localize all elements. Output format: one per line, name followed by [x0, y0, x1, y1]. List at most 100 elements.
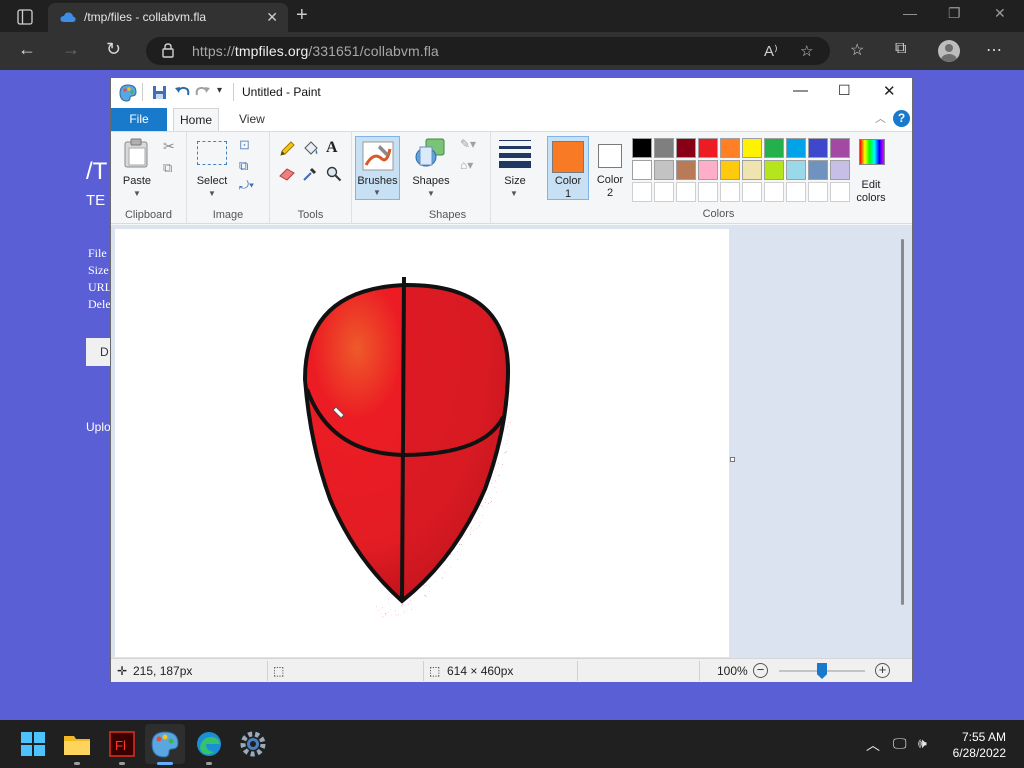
- restore-icon[interactable]: ❐: [948, 5, 961, 22]
- palette-swatch[interactable]: [742, 160, 762, 180]
- clock[interactable]: 7:55 AM 6/28/2022: [953, 729, 1006, 761]
- vertical-scrollbar[interactable]: [901, 239, 904, 605]
- palette-swatch[interactable]: [808, 138, 828, 158]
- settings-icon[interactable]: [238, 729, 268, 759]
- palette-swatch[interactable]: [632, 160, 652, 180]
- profile-avatar-icon[interactable]: [938, 40, 960, 62]
- undo-icon[interactable]: [174, 85, 190, 99]
- redo-icon[interactable]: [195, 85, 211, 99]
- edge-icon[interactable]: [194, 729, 224, 759]
- forward-icon[interactable]: →: [62, 39, 80, 60]
- rotate-icon[interactable]: ⤾▾: [239, 178, 254, 193]
- palette-swatch[interactable]: [786, 182, 806, 202]
- favorites-icon[interactable]: ☆: [850, 40, 864, 60]
- zoom-out-icon[interactable]: −: [753, 663, 768, 678]
- flash-icon[interactable]: Fl: [107, 729, 137, 759]
- zoom-in-icon[interactable]: +: [875, 663, 890, 678]
- outline-icon[interactable]: ✎▾: [460, 137, 476, 151]
- palette-swatch[interactable]: [786, 138, 806, 158]
- paste-icon[interactable]: [123, 138, 151, 168]
- palette-swatch[interactable]: [676, 182, 696, 202]
- more-menu-icon[interactable]: ⋯: [986, 40, 1002, 60]
- palette-swatch[interactable]: [698, 160, 718, 180]
- palette-swatch[interactable]: [654, 160, 674, 180]
- fill-icon[interactable]: [302, 141, 319, 157]
- network-icon[interactable]: 🖵: [893, 735, 907, 752]
- palette-swatch[interactable]: [632, 182, 652, 202]
- canvas-resize-handle[interactable]: [730, 457, 735, 462]
- color-picker-icon[interactable]: [302, 166, 318, 182]
- close-icon[interactable]: ✕: [883, 82, 896, 100]
- paste-dropdown-icon[interactable]: ▼: [133, 189, 141, 198]
- shapes-icon[interactable]: [414, 137, 446, 169]
- palette-swatch[interactable]: [720, 138, 740, 158]
- maximize-icon[interactable]: ☐: [838, 82, 851, 99]
- refresh-icon[interactable]: ↻: [106, 39, 121, 60]
- palette-swatch[interactable]: [830, 138, 850, 158]
- browser-tab[interactable]: /tmp/files - collabvm.fla ✕: [48, 3, 288, 32]
- palette-swatch[interactable]: [654, 182, 674, 202]
- palette-swatch[interactable]: [742, 182, 762, 202]
- select-dropdown-icon[interactable]: ▼: [208, 189, 216, 198]
- resize-icon[interactable]: ⧉: [239, 158, 248, 174]
- minimize-icon[interactable]: —: [793, 82, 808, 99]
- paste-button-label[interactable]: Paste: [119, 175, 155, 187]
- chevron-up-icon[interactable]: ︿: [866, 735, 880, 755]
- palette-swatch[interactable]: [808, 160, 828, 180]
- palette-swatch[interactable]: [830, 182, 850, 202]
- size-button-label[interactable]: Size: [495, 175, 535, 187]
- palette-swatch[interactable]: [676, 160, 696, 180]
- shapes-button-label[interactable]: Shapes: [410, 175, 452, 187]
- minimize-icon[interactable]: —: [903, 5, 917, 21]
- copy-icon[interactable]: ⧉: [163, 160, 172, 176]
- palette-swatch[interactable]: [720, 182, 740, 202]
- magnifier-icon[interactable]: [326, 166, 342, 182]
- tab-close-icon[interactable]: ✕: [266, 9, 278, 26]
- color1-button[interactable]: Color 1: [547, 136, 589, 200]
- cut-icon[interactable]: ✂: [163, 138, 175, 155]
- palette-swatch[interactable]: [676, 138, 696, 158]
- eraser-icon[interactable]: [279, 167, 295, 181]
- collapse-ribbon-icon[interactable]: ︿: [875, 110, 886, 126]
- tab-home[interactable]: Home: [173, 108, 219, 132]
- select-button-label[interactable]: Select: [192, 175, 232, 187]
- tab-actions-icon[interactable]: [8, 6, 40, 28]
- palette-swatch[interactable]: [764, 182, 784, 202]
- customize-qat-icon[interactable]: ▾: [217, 85, 222, 96]
- drawing-canvas[interactable]: [115, 229, 729, 657]
- palette-swatch[interactable]: [698, 138, 718, 158]
- paint-icon[interactable]: [150, 729, 180, 759]
- palette-swatch[interactable]: [808, 182, 828, 202]
- palette-swatch[interactable]: [698, 182, 718, 202]
- back-icon[interactable]: ←: [18, 39, 36, 60]
- text-icon[interactable]: A: [326, 139, 338, 157]
- add-favorite-icon[interactable]: ☆: [800, 42, 813, 60]
- file-explorer-icon[interactable]: [62, 729, 92, 759]
- edit-colors-button[interactable]: Edit colors: [853, 136, 893, 204]
- palette-swatch[interactable]: [742, 138, 762, 158]
- fill-shape-icon[interactable]: ⌂▾: [460, 158, 473, 172]
- address-bar[interactable]: https://tmpfiles.org/331651/collabvm.fla…: [146, 37, 830, 65]
- crop-icon[interactable]: ⊡: [239, 137, 250, 153]
- palette-swatch[interactable]: [632, 138, 652, 158]
- collections-icon[interactable]: ⧉: [895, 40, 906, 58]
- close-window-icon[interactable]: ✕: [994, 5, 1006, 22]
- palette-swatch[interactable]: [830, 160, 850, 180]
- palette-swatch[interactable]: [720, 160, 740, 180]
- zoom-slider-thumb[interactable]: [817, 663, 827, 679]
- save-icon[interactable]: [152, 85, 167, 100]
- pencil-icon[interactable]: [279, 141, 295, 157]
- read-aloud-icon[interactable]: A⁾: [764, 42, 778, 60]
- canvas-area[interactable]: [111, 225, 912, 658]
- palette-swatch[interactable]: [764, 138, 784, 158]
- select-icon[interactable]: [197, 141, 227, 165]
- brushes-button[interactable]: Brushes ▼: [355, 136, 400, 200]
- palette-swatch[interactable]: [654, 138, 674, 158]
- shapes-dropdown-icon[interactable]: ▼: [427, 189, 435, 198]
- size-dropdown-icon[interactable]: ▼: [510, 189, 518, 198]
- palette-swatch[interactable]: [786, 160, 806, 180]
- tab-view[interactable]: View: [239, 112, 265, 126]
- color2-button[interactable]: Color 2: [593, 136, 635, 200]
- volume-icon[interactable]: 🕪: [918, 735, 927, 752]
- start-icon[interactable]: [18, 729, 48, 759]
